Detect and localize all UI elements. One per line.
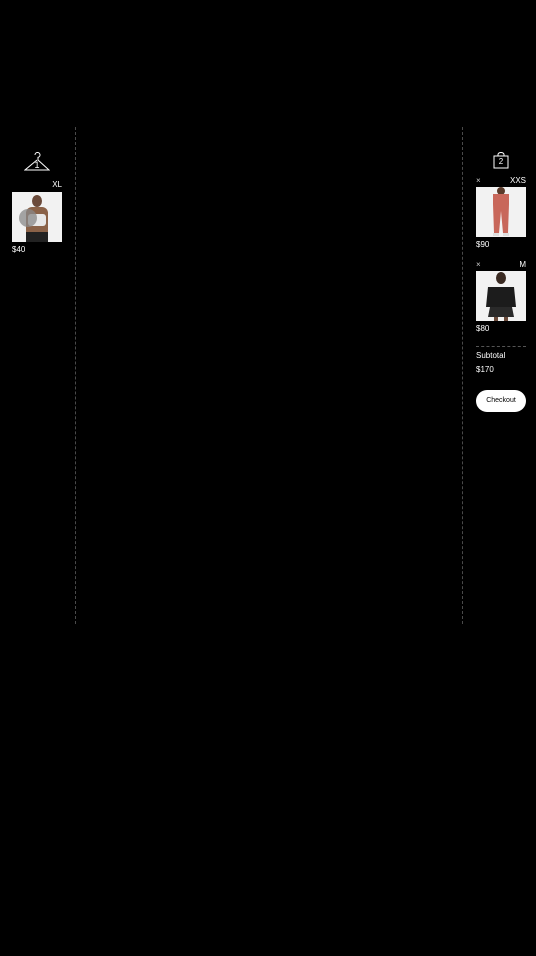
product-thumbnail-leggings[interactable]: [476, 187, 526, 237]
bag-separator: [476, 346, 526, 347]
item-price: $90: [476, 240, 490, 249]
subtotal-label: Subtotal: [476, 351, 506, 360]
item-size: M: [519, 260, 526, 269]
subtotal-value: $170: [476, 365, 494, 374]
hanger-icon[interactable]: 1: [24, 150, 50, 174]
item-size: XL: [52, 180, 62, 189]
bag-item: × XXS $90: [476, 176, 526, 256]
item-price: $40: [12, 245, 26, 254]
product-thumbnail-sports-bra[interactable]: [12, 192, 62, 242]
bag-item: × M $80: [476, 260, 526, 340]
fitting-room-count: 1: [34, 160, 40, 170]
remove-item-button[interactable]: ×: [476, 260, 481, 269]
item-size: XXS: [509, 176, 526, 185]
right-divider: [462, 127, 463, 624]
product-thumbnail-jacket[interactable]: [476, 271, 526, 321]
item-price: $80: [476, 324, 490, 333]
remove-item-button[interactable]: ×: [476, 176, 481, 185]
checkout-button[interactable]: Checkout: [476, 390, 526, 412]
left-divider: [75, 127, 76, 624]
bag-count: 2: [498, 157, 504, 166]
